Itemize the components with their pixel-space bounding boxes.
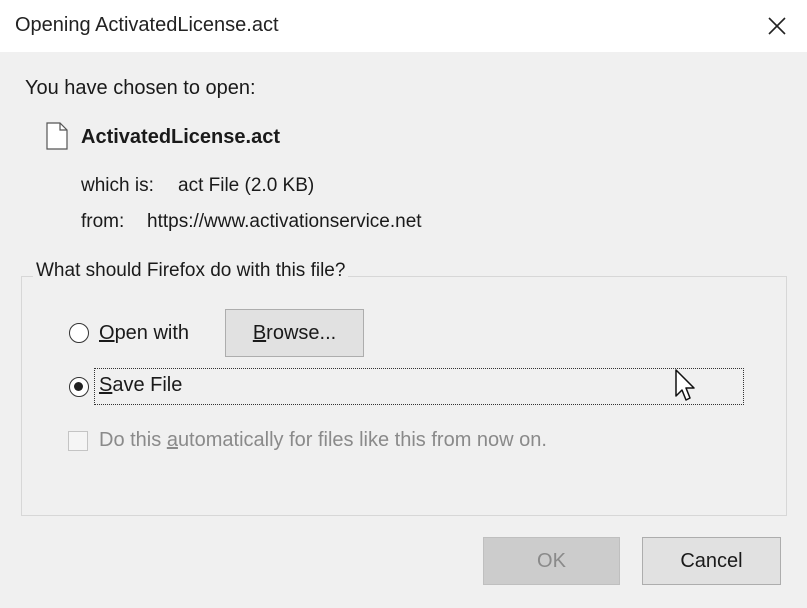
browse-accel: B	[252, 321, 267, 344]
which-is-label: which is:	[81, 175, 154, 196]
ok-button[interactable]: OK	[483, 537, 620, 585]
auto-checkbox-label[interactable]: Do this automatically for files like thi…	[99, 429, 547, 452]
source-url-value: https://www.activationservice.net	[147, 211, 422, 232]
close-button[interactable]	[747, 0, 807, 52]
action-group-legend: What should Firefox do with this file?	[33, 260, 349, 282]
close-icon	[768, 17, 786, 35]
mouse-cursor-icon	[675, 369, 695, 401]
file-name: ActivatedLicense.act	[81, 126, 280, 148]
from-label: from:	[81, 211, 125, 232]
save-file-focus-rect	[94, 368, 744, 405]
auto-accel: a	[166, 429, 178, 451]
save-file-accel: S	[99, 374, 113, 396]
save-file-radio[interactable]	[69, 377, 89, 397]
intro-text: You have chosen to open:	[25, 77, 256, 99]
save-file-text: ave File	[112, 374, 183, 396]
file-icon	[46, 122, 68, 150]
radio-selected-dot	[74, 382, 83, 391]
file-type-value: act File (2.0 KB)	[178, 175, 315, 196]
open-with-label[interactable]: Open with	[99, 322, 189, 345]
auto-text-pre: Do this	[99, 429, 167, 451]
window-title: Opening ActivatedLicense.act	[15, 14, 279, 36]
cancel-button[interactable]: Cancel	[642, 537, 781, 585]
browse-button[interactable]: Browse...	[225, 309, 364, 357]
browse-text: rowse...	[266, 321, 337, 344]
title-bar: Opening ActivatedLicense.act	[0, 0, 807, 52]
open-with-radio[interactable]	[69, 323, 89, 343]
open-with-accel: O	[99, 322, 115, 344]
open-with-text: pen with	[114, 322, 190, 344]
auto-text-rest: utomatically for files like this from no…	[177, 429, 547, 451]
save-file-label[interactable]: Save File	[99, 374, 182, 397]
auto-checkbox[interactable]	[68, 431, 88, 451]
